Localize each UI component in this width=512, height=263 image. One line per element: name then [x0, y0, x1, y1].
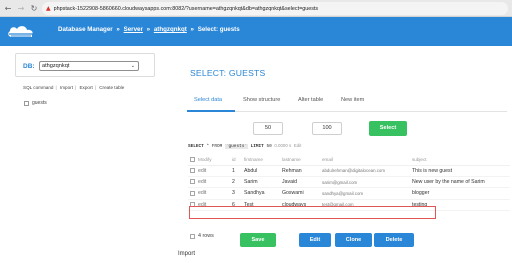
- table-row: edit 1 Abdul Rehman abdulrehman@digitalo…: [188, 165, 510, 177]
- cell-email: sandhya@gmail.com: [320, 187, 410, 200]
- arrow-left-icon[interactable]: ←: [3, 3, 13, 13]
- column-header-id[interactable]: id: [230, 154, 242, 166]
- chevron-down-icon: ⌄: [130, 63, 135, 69]
- table-row: edit 3 Sandhya Goswami sandhya@gmail.com…: [188, 187, 510, 200]
- cell-subject: This is new guest: [410, 165, 510, 177]
- import-link[interactable]: Import: [60, 85, 73, 90]
- url-text: phpstack-1522908-5860660.cloudwaysapps.c…: [53, 5, 319, 12]
- row-checkbox[interactable]: [190, 190, 195, 196]
- active-tab-indicator: [187, 110, 235, 112]
- breadcrumb-db-link[interactable]: athgzqnkqt: [154, 26, 187, 33]
- tab-alter-table[interactable]: Alter table: [298, 97, 323, 103]
- select-all-rows-checkbox[interactable]: [190, 233, 195, 239]
- cell-subject: New user by the name of Sarim: [410, 176, 510, 189]
- save-button[interactable]: Save: [240, 233, 276, 247]
- export-link[interactable]: Export: [79, 85, 92, 90]
- breadcrumb-current: Select: guests: [197, 26, 240, 33]
- db-label: DB:: [23, 63, 35, 70]
- table-row: edit 2 Sarim Javaid sarim@gmail.com New …: [188, 176, 510, 189]
- sidebar-links: SQL command | Import | Export | Create tabl…: [23, 85, 125, 90]
- sql-edit-link[interactable]: Edit: [294, 143, 302, 148]
- row-edit-link[interactable]: edit: [198, 168, 206, 174]
- highlighted-row-outline: [189, 206, 436, 219]
- tab-bar: Select data Show structure Alter table N…: [187, 92, 507, 112]
- breadcrumb-separator: »: [190, 26, 194, 33]
- column-header-subject[interactable]: subject: [410, 154, 510, 166]
- db-selector-panel: DB: athgzqnkqt ⌄: [15, 53, 155, 77]
- sql-table: `guests`: [224, 144, 248, 149]
- cell-lastname: Javaid: [280, 176, 320, 189]
- delete-button[interactable]: Delete: [374, 233, 414, 247]
- column-header-firstname[interactable]: firstname: [242, 154, 280, 166]
- row-modify-cell: edit: [188, 187, 230, 200]
- row-count-label: 4 rows: [198, 233, 214, 239]
- row-modify-cell: edit: [188, 165, 230, 177]
- select-all-checkbox[interactable]: [190, 156, 195, 162]
- row-count: 4 rows: [190, 233, 214, 239]
- column-header-lastname[interactable]: lastname: [280, 154, 320, 166]
- create-table-link[interactable]: Create table: [99, 85, 124, 90]
- cell-firstname: Abdul: [242, 165, 280, 177]
- arrow-right-icon[interactable]: →: [16, 3, 26, 13]
- page-title: SELECT: GUESTS: [190, 68, 266, 78]
- table-icon: [24, 100, 29, 106]
- cell-lastname: Goswami: [280, 187, 320, 200]
- cell-id: 3: [230, 187, 242, 200]
- row-checkbox[interactable]: [190, 179, 195, 185]
- breadcrumb-separator: »: [146, 26, 151, 33]
- sql-select-keyword: SELECT: [188, 144, 204, 149]
- sql-limit-value: 50: [266, 144, 272, 149]
- sql-from: * FROM: [206, 144, 223, 149]
- sql-command-link[interactable]: SQL command: [23, 85, 53, 90]
- browser-toolbar: ← → ↻ ▲ phpstack-1522908-5860660.cloudwa…: [0, 0, 512, 17]
- sql-limit-keyword: LIMIT: [250, 144, 264, 149]
- cell-firstname: Sarim: [242, 176, 280, 189]
- reload-icon[interactable]: ↻: [29, 3, 39, 13]
- cloudways-logo-icon[interactable]: [6, 23, 42, 40]
- cell-lastname: Rehman: [280, 165, 320, 177]
- sql-query: SELECT * FROM `guests` LIMIT 50 0.0000 s…: [188, 143, 301, 149]
- cell-firstname: Sandhya: [242, 187, 280, 200]
- row-edit-link[interactable]: edit: [198, 179, 206, 185]
- text-length-input[interactable]: 100: [312, 122, 342, 135]
- tab-new-item[interactable]: New item: [341, 97, 364, 103]
- row-checkbox[interactable]: [190, 167, 195, 173]
- edit-button[interactable]: Edit: [299, 233, 331, 247]
- import-section-label: Import: [178, 251, 196, 257]
- cell-subject: blogger: [410, 187, 510, 200]
- cell-email: abdulrehman@digitalocean.com: [320, 165, 410, 177]
- cell-id: 1: [230, 165, 242, 177]
- table-header-row: Modify id firstname lastname email subje…: [188, 154, 510, 166]
- address-bar[interactable]: ▲ phpstack-1522908-5860660.cloudwaysapps…: [42, 2, 508, 15]
- clone-button[interactable]: Clone: [335, 233, 372, 247]
- sql-time: 0.0000 s: [274, 143, 292, 148]
- tab-select-data[interactable]: Select data: [194, 97, 222, 103]
- breadcrumb-database-manager: Database Manager: [58, 26, 113, 33]
- row-edit-link[interactable]: edit: [198, 190, 206, 196]
- select-button[interactable]: Select: [369, 121, 407, 136]
- column-header-email[interactable]: email: [320, 154, 410, 166]
- breadcrumb-separator: »: [116, 26, 120, 33]
- not-secure-icon[interactable]: ▲: [46, 5, 51, 12]
- db-select[interactable]: athgzqnkqt ⌄: [39, 61, 139, 71]
- sidebar: DB: athgzqnkqt ⌄: [15, 53, 155, 77]
- cell-email: sarim@gmail.com: [320, 176, 410, 189]
- sidebar-table-label[interactable]: guests: [32, 100, 47, 106]
- cell-id: 2: [230, 176, 242, 189]
- results-table: Modify id firstname lastname email subje…: [188, 154, 510, 212]
- row-modify-cell: edit: [188, 176, 230, 189]
- column-header-modify[interactable]: Modify: [188, 154, 230, 166]
- breadcrumb-server-link[interactable]: Server: [124, 26, 143, 33]
- tab-show-structure[interactable]: Show structure: [243, 97, 280, 103]
- breadcrumb: Database Manager » Server » athgzqnkqt »…: [58, 26, 240, 33]
- db-select-value: athgzqnkqt: [42, 63, 70, 69]
- app-header: Database Manager » Server » athgzqnkqt »…: [0, 17, 512, 46]
- limit-input[interactable]: 50: [253, 122, 283, 135]
- sidebar-table-guests[interactable]: guests: [24, 100, 47, 106]
